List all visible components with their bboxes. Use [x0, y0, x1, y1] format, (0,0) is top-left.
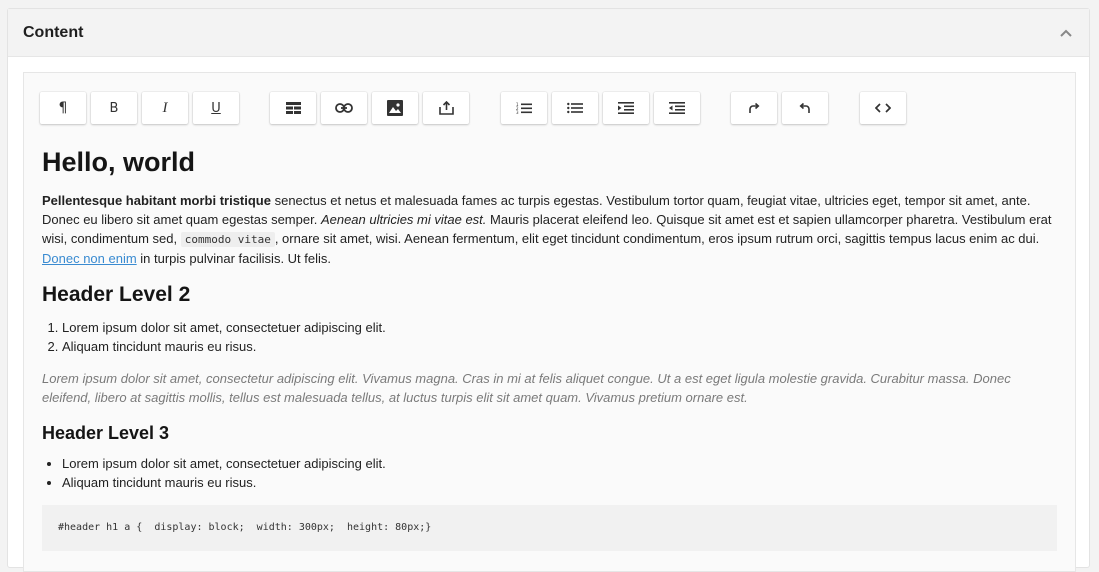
- italic-button[interactable]: I: [142, 92, 188, 124]
- svg-text:3: 3: [516, 110, 519, 114]
- list-item: Lorem ipsum dolor sit amet, consectetuer…: [62, 318, 1062, 337]
- blockquote: Lorem ipsum dolor sit amet, consectetur …: [42, 371, 1011, 405]
- bold-button[interactable]: B: [91, 92, 137, 124]
- image-button[interactable]: [372, 92, 418, 124]
- paragraph-text: in turpis pulvinar facilisis. Ut felis.: [136, 251, 332, 266]
- undo-button[interactable]: [782, 92, 828, 124]
- list-item: Aliquam tincidunt mauris eu risus.: [62, 473, 1062, 492]
- ordered-list-button[interactable]: 123: [501, 92, 547, 124]
- code-block: #header h1 a { display: block; width: 30…: [42, 505, 1057, 551]
- bullet-list: Lorem ipsum dolor sit amet, consectetuer…: [42, 454, 1062, 492]
- list-item: Aliquam tincidunt mauris eu risus.: [62, 337, 1062, 356]
- source-code-button[interactable]: [860, 92, 906, 124]
- list-item: Lorem ipsum dolor sit amet, consectetuer…: [62, 454, 1062, 473]
- chevron-up-icon[interactable]: [1059, 26, 1073, 40]
- upload-icon: [438, 101, 454, 115]
- bullet-list-button[interactable]: [552, 92, 598, 124]
- paragraph-text: , ornare sit amet, wisi. Aenean fermentu…: [274, 231, 1040, 246]
- heading-level-2: Header Level 2: [42, 283, 191, 306]
- indent-button[interactable]: [603, 92, 649, 124]
- inline-code: commodo vitae: [180, 232, 275, 247]
- heading-level-3: Header Level 3: [42, 423, 170, 443]
- link-button[interactable]: [321, 92, 367, 124]
- panel-header[interactable]: Content: [8, 9, 1089, 57]
- redo-button[interactable]: [731, 92, 777, 124]
- image-icon: [387, 100, 403, 116]
- italic-icon: I: [162, 99, 168, 116]
- ordered-list: Lorem ipsum dolor sit amet, consectetuer…: [42, 318, 1062, 356]
- table-button[interactable]: [270, 92, 316, 124]
- paragraph-button[interactable]: ¶: [40, 92, 86, 124]
- bullet-list-icon: [567, 102, 583, 114]
- bold-text: Pellentesque habitant morbi tristique: [42, 193, 271, 208]
- rich-text-editor[interactable]: ¶ B I U 1 2 3 Hello, world Pellentesque …: [23, 72, 1076, 572]
- content-panel: Content ¶ B I U 1 2 3 Hello, world Pelle…: [7, 8, 1090, 572]
- undo-icon: [799, 102, 811, 114]
- heading-level-1: Hello, world: [42, 147, 196, 177]
- editor-content[interactable]: Hello, world Pellentesque habitant morbi…: [42, 143, 1062, 551]
- code-icon: [875, 103, 891, 113]
- panel-title: Content: [23, 23, 84, 41]
- indent-icon: [618, 102, 634, 114]
- ordered-list-icon: 123: [516, 102, 532, 114]
- table-icon: [285, 102, 301, 114]
- underline-icon: U: [211, 100, 221, 116]
- upload-button[interactable]: [423, 92, 469, 124]
- outdent-icon: [669, 102, 685, 114]
- paragraph-icon: ¶: [58, 100, 68, 116]
- link-icon: [335, 103, 353, 113]
- outdent-button[interactable]: [654, 92, 700, 124]
- paragraph: Pellentesque habitant morbi tristique se…: [42, 191, 1062, 268]
- redo-icon: [748, 102, 760, 114]
- paragraph-link[interactable]: Donec non enim: [42, 251, 137, 266]
- italic-text: Aenean ultricies mi vitae est.: [320, 212, 487, 227]
- bold-icon: B: [109, 100, 119, 116]
- underline-button[interactable]: U: [193, 92, 239, 124]
- editor-toolbar: ¶ B I U 1 2 3: [40, 92, 1040, 124]
